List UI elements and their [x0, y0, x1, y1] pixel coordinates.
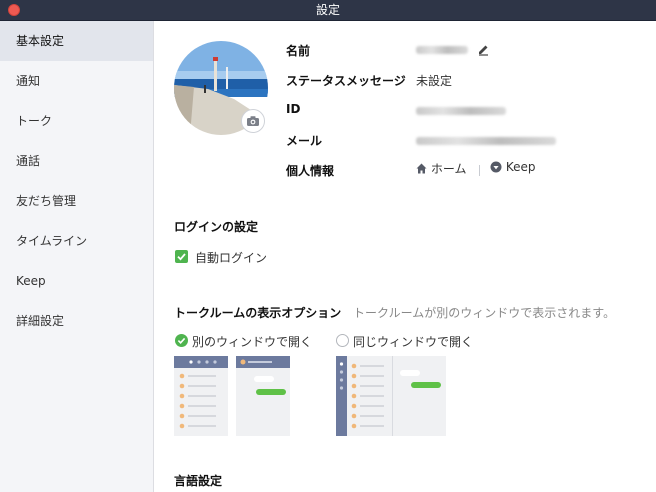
change-photo-button[interactable] [241, 109, 265, 133]
auto-login-checkbox[interactable] [175, 250, 188, 263]
name-value [416, 46, 468, 54]
id-label: ID [286, 102, 301, 116]
checkmark-icon [177, 253, 186, 261]
sidebar-item-friends[interactable]: 友だち管理 [0, 181, 153, 221]
mail-value [416, 137, 556, 145]
same-window-radio[interactable] [336, 334, 349, 347]
sidebar-item-talk[interactable]: トーク [0, 101, 153, 141]
same-window-preview [336, 356, 446, 436]
sidebar-item-keep[interactable]: Keep [0, 261, 153, 301]
language-settings-heading: 言語設定 [174, 474, 223, 488]
talkroom-display-description: トークルームが別のウィンドウで表示されます。 [353, 306, 616, 320]
id-value [416, 107, 506, 115]
personal-info-label: 個人情報 [286, 164, 335, 178]
sidebar-item-timeline[interactable]: タイムライン [0, 221, 153, 261]
separate-window-preview [174, 356, 290, 436]
sidebar-item-notifications[interactable]: 通知 [0, 61, 153, 101]
name-label: 名前 [286, 44, 311, 58]
home-icon [416, 163, 427, 174]
status-message-label: ステータスメッセージ [286, 74, 406, 88]
keep-link[interactable]: Keep [490, 160, 535, 174]
separate-window-radio[interactable] [175, 334, 188, 347]
same-window-label[interactable]: 同じウィンドウで開く [353, 333, 473, 350]
window-title: 設定 [315, 3, 340, 17]
status-message-value[interactable]: 未設定 [416, 72, 452, 89]
radio-check-icon [177, 337, 186, 344]
settings-main-panel: 名前 ステータスメッセージ 未設定 ID メール 個人情報 ホーム Keep ロ… [155, 21, 656, 492]
settings-sidebar: 基本設定 通知 トーク 通話 友だち管理 タイムライン Keep 詳細設定 [0, 21, 154, 492]
mail-label: メール [286, 134, 323, 148]
sidebar-item-advanced[interactable]: 詳細設定 [0, 301, 153, 341]
sidebar-item-basic-settings[interactable]: 基本設定 [0, 21, 153, 61]
camera-icon [247, 116, 259, 126]
edit-name-icon[interactable] [477, 43, 490, 56]
home-link[interactable]: ホーム [416, 160, 466, 177]
title-bar: 設定 [0, 0, 656, 21]
talkroom-display-heading: トークルームの表示オプション [174, 306, 342, 320]
login-settings-heading: ログインの設定 [174, 220, 259, 234]
settings-window: 設定 基本設定 通知 トーク 通話 友だち管理 タイムライン Keep 詳細設定 [0, 0, 656, 492]
home-link-label: ホーム [430, 162, 467, 176]
auto-login-label: 自動ログイン [195, 251, 268, 265]
separate-window-label[interactable]: 別のウィンドウで開く [192, 333, 312, 350]
link-separator [479, 165, 480, 176]
sidebar-item-calls[interactable]: 通話 [0, 141, 153, 181]
keep-icon [490, 161, 502, 173]
keep-link-label: Keep [505, 160, 536, 174]
